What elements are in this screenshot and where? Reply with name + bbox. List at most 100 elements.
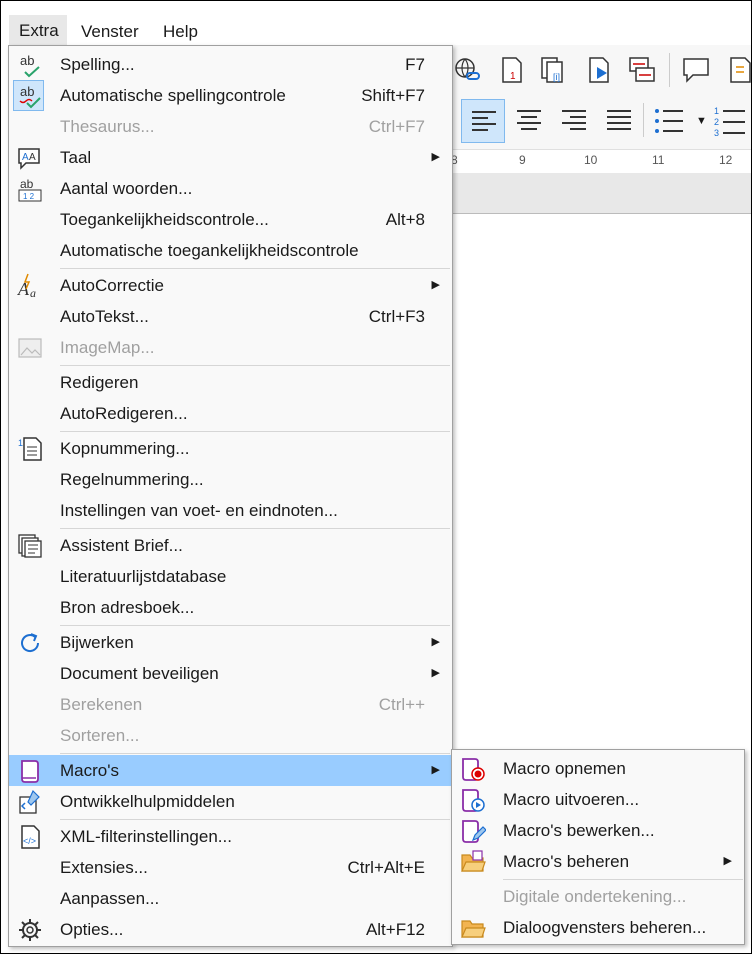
menu-item-macros[interactable]: Macro's ▶	[9, 755, 452, 786]
submenu-arrow-icon: ▶	[723, 855, 732, 867]
menu-item-organize-macros[interactable]: Macro's beheren ▶	[452, 846, 744, 877]
menu-item-line-numbering[interactable]: Regelnummering...	[9, 464, 452, 495]
align-right-icon[interactable]	[561, 109, 587, 133]
autocorrect-icon: Aa	[17, 273, 36, 299]
align-center-icon[interactable]	[516, 109, 542, 133]
run-macro-label: Macro uitvoeren...	[503, 790, 640, 809]
run-macro-icon	[462, 789, 485, 812]
menu-item-bibliography-database[interactable]: Literatuurlijstdatabase	[9, 561, 452, 592]
options-label: Opties...	[60, 920, 124, 939]
language-label: Taal	[60, 148, 92, 167]
heading-numbering-label: Kopnummering...	[60, 439, 190, 458]
imagemap-icon	[18, 338, 42, 358]
record-macro-label: Macro opnemen	[503, 759, 626, 778]
language-icon: AA	[18, 148, 40, 170]
svg-text:a: a	[30, 286, 36, 299]
menu-item-footnote-settings[interactable]: Instellingen van voet- en eindnoten...	[9, 495, 452, 526]
menu-item-organize-dialogs[interactable]: Dialoogvensters beheren...	[452, 912, 744, 943]
menu-item-extensions[interactable]: Extensies... Ctrl+Alt+E	[9, 852, 452, 883]
menu-item-imagemap: ImageMap...	[9, 332, 452, 363]
separator	[60, 819, 450, 820]
menu-item-options[interactable]: Opties... Alt+F12	[9, 914, 452, 945]
submenu-arrow-icon: ▶	[431, 667, 440, 679]
menu-item-heading-numbering[interactable]: 1 Kopnummering...	[9, 433, 452, 464]
menu-item-xml-filter-settings[interactable]: </> XML-filterinstellingen...	[9, 821, 452, 852]
page-margin-area	[451, 173, 751, 213]
options-shortcut: Alt+F12	[365, 920, 425, 939]
svg-text:1: 1	[18, 438, 23, 448]
accessibility-check-shortcut: Alt+8	[385, 210, 425, 229]
menu-item-update[interactable]: Bijwerken ▶	[9, 627, 452, 658]
menu-item-word-count[interactable]: ab 1 2 Aantal woorden...	[9, 173, 452, 204]
menu-item-calculate: Berekenen Ctrl++	[9, 689, 452, 720]
toolbar-separator-2	[643, 103, 644, 137]
align-left-button[interactable]	[461, 99, 505, 143]
letter-wizard-icon	[18, 534, 42, 558]
hyperlink-icon[interactable]	[453, 55, 483, 85]
justify-icon[interactable]	[606, 109, 632, 133]
svg-text:3: 3	[714, 128, 719, 138]
menu-item-auto-spellcheck[interactable]: ab Automatische spellingcontrole Shift+F…	[9, 80, 452, 111]
menu-item-record-macro[interactable]: Macro opnemen	[452, 753, 744, 784]
bullet-list-icon[interactable]	[653, 107, 687, 135]
submenu-arrow-icon: ▶	[431, 764, 440, 776]
menu-item-accessibility-check[interactable]: Toegankelijkheidscontrole... Alt+8	[9, 204, 452, 235]
separator	[60, 268, 450, 269]
bibliography-label: Literatuurlijstdatabase	[60, 567, 227, 586]
extensions-label: Extensies...	[60, 858, 148, 877]
bookmark-icon[interactable]	[585, 55, 615, 85]
bullet-list-dropdown-icon[interactable]: ▼	[696, 115, 707, 127]
line-numbering-label: Regelnummering...	[60, 470, 204, 489]
comment-icon[interactable]	[681, 55, 711, 85]
menubar: Extra Venster Help	[1, 1, 751, 45]
ruler-tick-11: 11	[652, 153, 665, 167]
cross-reference-icon[interactable]	[627, 55, 657, 85]
macro-submenu: Macro opnemen Macro uitvoeren... Macro's…	[451, 749, 745, 945]
refresh-icon	[21, 633, 40, 652]
submenu-arrow-icon: ▶	[431, 279, 440, 291]
menu-item-edit-macros[interactable]: Macro's bewerken...	[452, 815, 744, 846]
separator	[60, 753, 450, 754]
svg-text:ab: ab	[20, 53, 34, 68]
menu-item-letter-wizard[interactable]: Assistent Brief...	[9, 530, 452, 561]
folder-icon	[461, 850, 486, 872]
sort-label: Sorteren...	[60, 726, 140, 745]
separator	[60, 528, 450, 529]
organize-macros-label: Macro's beheren	[503, 852, 630, 871]
menu-extra[interactable]: Extra	[9, 15, 67, 45]
auto-accessibility-label: Automatische toegankelijkheidscontrole	[60, 241, 359, 260]
extra-menu: ab Spelling... F7 ab Automatische spelli…	[8, 45, 453, 947]
spelling-shortcut: F7	[405, 55, 425, 74]
footnote-icon[interactable]: 1	[497, 55, 527, 85]
endnote-icon[interactable]: [i]	[539, 55, 569, 85]
menu-item-redact[interactable]: Redigeren	[9, 367, 452, 398]
menu-item-spelling[interactable]: ab Spelling... F7	[9, 49, 452, 80]
menu-item-autotext[interactable]: AutoTekst... Ctrl+F3	[9, 301, 452, 332]
menu-item-autoredact[interactable]: AutoRedigeren...	[9, 398, 452, 429]
svg-text:[i]: [i]	[553, 72, 560, 82]
menu-item-customize[interactable]: Aanpassen...	[9, 883, 452, 914]
menu-item-auto-accessibility-check[interactable]: Automatische toegankelijkheidscontrole	[9, 235, 452, 266]
customize-label: Aanpassen...	[60, 889, 160, 908]
menu-venster[interactable]: Venster	[81, 22, 139, 42]
align-left-icon	[472, 111, 496, 131]
menu-item-protect-document[interactable]: Document beveiligen ▶	[9, 658, 452, 689]
menu-item-thesaurus: Thesaurus... Ctrl+F7	[9, 111, 452, 142]
menu-help[interactable]: Help	[163, 22, 198, 42]
menu-item-autocorrect[interactable]: Aa AutoCorrectie ▶	[9, 270, 452, 301]
macro-icon	[21, 760, 39, 783]
footnote-settings-label: Instellingen van voet- en eindnoten...	[60, 501, 338, 520]
numbered-list-icon[interactable]: 123	[713, 105, 747, 139]
menu-item-language[interactable]: AA Taal ▶	[9, 142, 452, 173]
record-macro-icon	[462, 758, 485, 781]
menu-item-run-macro[interactable]: Macro uitvoeren...	[452, 784, 744, 815]
menu-item-address-book-source[interactable]: Bron adresboek...	[9, 592, 452, 623]
separator	[503, 879, 743, 880]
developer-tools-icon	[19, 789, 40, 814]
menu-item-developer-tools[interactable]: Ontwikkelhulpmiddelen	[9, 786, 452, 817]
menu-item-sort: Sorteren...	[9, 720, 452, 751]
track-changes-icon[interactable]	[727, 55, 752, 85]
letter-wizard-label: Assistent Brief...	[60, 536, 183, 555]
digital-signature-label: Digitale ondertekening...	[503, 887, 687, 906]
separator	[60, 365, 450, 366]
